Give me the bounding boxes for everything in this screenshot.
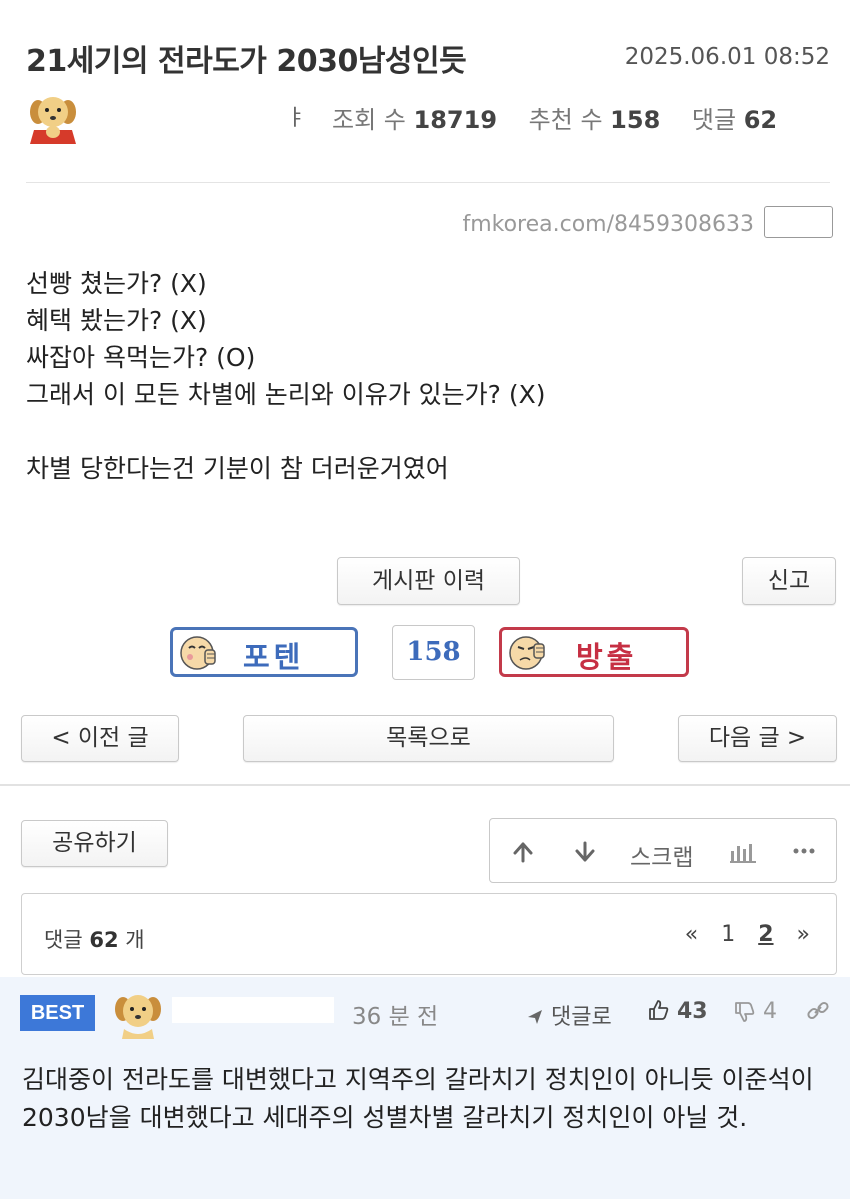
page-1[interactable]: 1 [721,922,735,947]
thumbs-up-icon [649,1000,669,1020]
post-date: 2025.06.01 08:52 [624,44,830,70]
views-label: 조회 수 [332,106,406,134]
copy-url-button[interactable] [764,206,833,238]
page-first[interactable]: « [685,922,698,947]
comments-count-label: 댓글 62 개 [44,924,145,954]
body-line: 차별 당한다는건 기분이 참 더러운거였어 [26,454,449,483]
thumbs-down-icon [735,1002,755,1022]
thumbs-up-face-icon [180,636,216,670]
prev-post-button[interactable]: < 이전 글 [21,715,179,762]
list-button[interactable]: 목록으로 [243,715,614,762]
body-line: 그래서 이 모든 차별에 논리와 이유가 있는가? (X) [26,380,546,409]
body-line: 선빵 쳤는가? (X) [26,269,207,298]
scrap-button[interactable]: 스크랩 [630,838,693,872]
reply-label: 댓글로 [551,1005,612,1030]
comments-total: 62 [89,928,119,952]
reply-action[interactable]: 댓글로 [526,999,612,1031]
comment-time: 36 분 전 [352,1004,439,1030]
report-button[interactable]: 신고 [742,557,836,605]
post-body: 선빵 쳤는가? (X) 혜택 봤는가? (X) 싸잡아 욕먹는가? (O) 그래… [26,265,546,487]
downvote-label: 방출 [576,640,638,674]
link-icon [807,1001,829,1020]
comments-count: 62 [743,106,778,134]
header-divider [26,182,830,183]
post-url[interactable]: fmkorea.com/8459308633 [462,212,754,237]
comments-title: 댓글 [44,928,83,952]
like-count: 43 [677,999,708,1024]
comments-label: 댓글 [691,106,737,134]
post-toolbox: 스크랩 [489,818,837,883]
author-name-tail: ㅑ [286,106,307,131]
comments-unit: 개 [125,928,145,952]
board-history-button[interactable]: 게시판 이력 [337,557,520,605]
commenter-avatar[interactable] [112,989,164,1039]
best-badge: BEST [20,995,95,1031]
body-line [26,413,546,450]
body-line: 혜택 봤는가? (X) [26,306,207,335]
vote-count: 158 [392,625,475,680]
more-options-icon[interactable] [792,847,816,855]
thumbs-down-face-icon [509,636,545,670]
views-count: 18719 [413,106,498,134]
comment-like[interactable]: 43 [648,999,708,1024]
comment-pagination: « 1 2 » [669,922,810,947]
commenter-name-redacted[interactable] [172,997,334,1023]
arrow-down-icon[interactable] [574,841,596,863]
section-divider [0,784,850,786]
comment-dislike[interactable]: 4 [734,999,777,1024]
post-title: 21세기의 전라도가 2030남성인듯 [26,44,467,79]
arrow-up-icon[interactable] [512,841,534,863]
upvote-button[interactable]: 포텐 [170,627,358,677]
recommend-label: 추천 수 [528,106,603,134]
next-post-button[interactable]: 다음 글 > [678,715,837,762]
comment-link[interactable] [806,999,830,1024]
author-avatar[interactable] [26,92,80,144]
post-stats: 조회 수 18719 추천 수 158 댓글 62 [332,100,777,135]
downvote-button[interactable]: 방출 [499,627,689,677]
dislike-count: 4 [763,999,777,1024]
comment-text: 김대중이 전라도를 대변했다고 지역주의 갈라치기 정치인이 아니듯 이준석이 … [22,1065,814,1132]
author-name-redacted[interactable] [92,104,282,130]
share-button[interactable]: 공유하기 [21,820,168,867]
page-last[interactable]: » [797,922,810,947]
upvote-label: 포텐 [243,640,305,674]
body-line: 싸잡아 욕먹는가? (O) [26,343,256,372]
recommend-count: 158 [610,106,661,134]
comments-header: 댓글 62 개 « 1 2 » [21,893,837,975]
stats-chart-icon[interactable] [730,841,756,863]
page-2-current[interactable]: 2 [758,922,773,947]
reply-arrow-icon [528,1010,542,1024]
best-comment: BEST 36 분 전 댓글로 43 4 김대중이 전라도를 대변했다고 지역주… [0,977,850,1199]
